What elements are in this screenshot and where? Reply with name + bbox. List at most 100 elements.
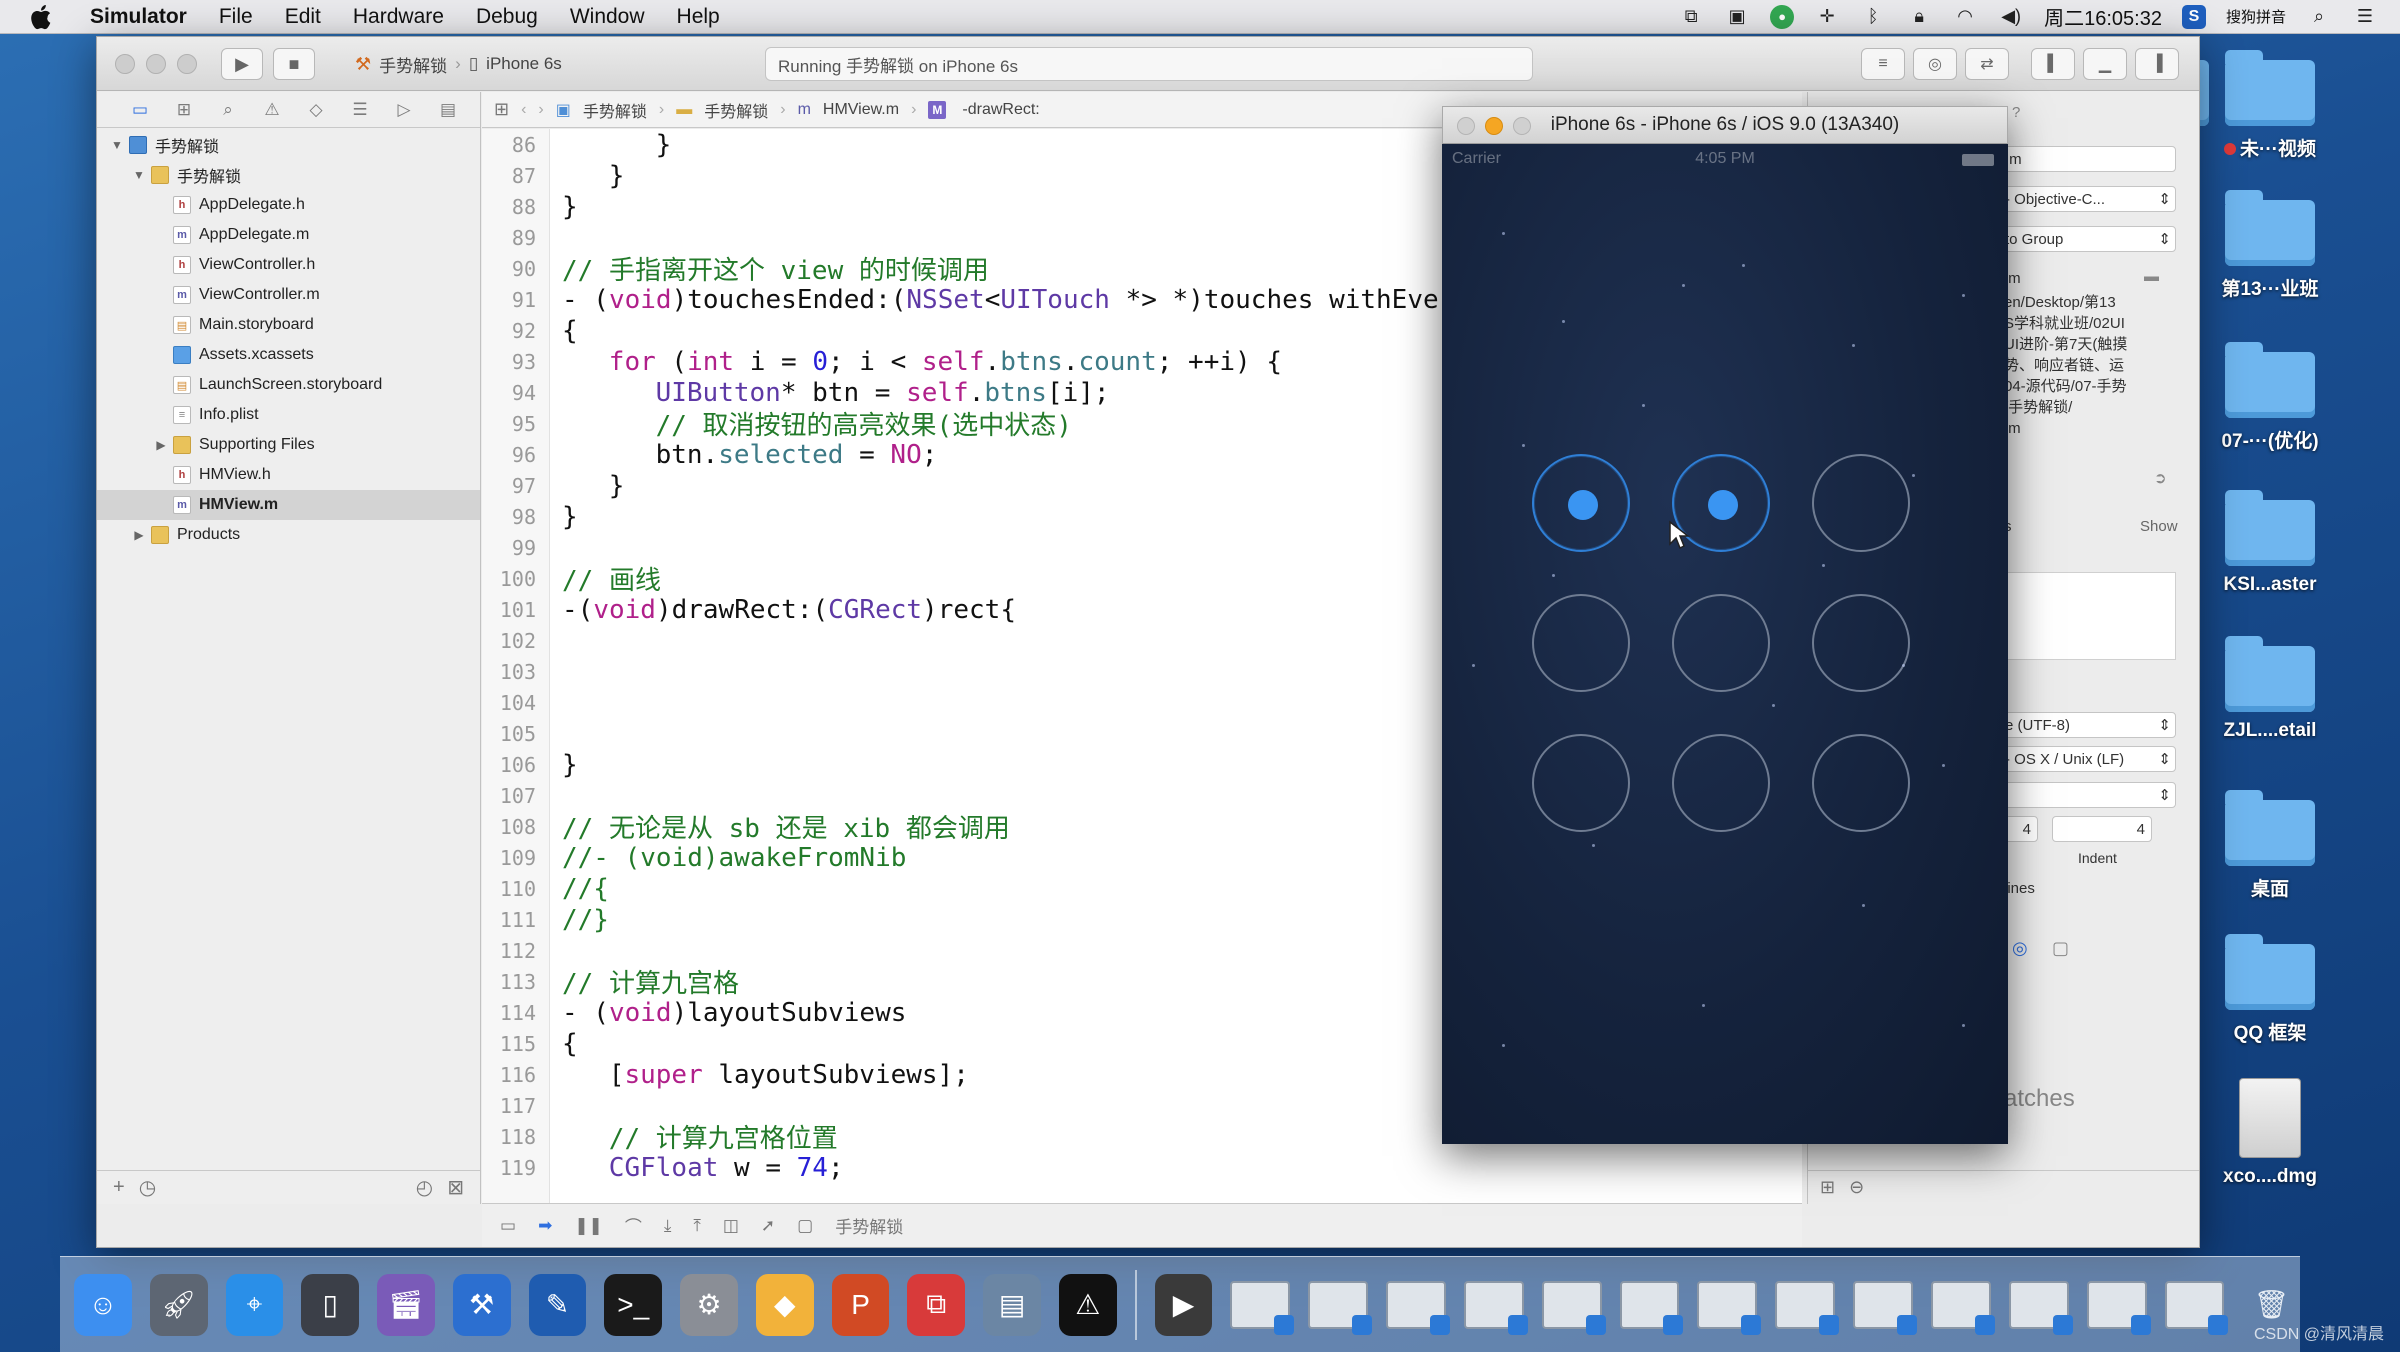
breadcrumb-file[interactable]: HMView.m: [823, 101, 899, 119]
sketch-icon[interactable]: ◆: [755, 1273, 814, 1336]
code-line[interactable]: 102: [482, 625, 562, 656]
step-in-icon[interactable]: ⤓: [664, 1216, 672, 1236]
file-tree-row[interactable]: h HMView.h: [97, 460, 480, 490]
toggle-utilities-icon[interactable]: ▐: [2135, 48, 2179, 80]
code-line[interactable]: 105: [482, 718, 562, 749]
menu-hardware[interactable]: Hardware: [337, 5, 460, 29]
mouse-icon[interactable]: ▯: [301, 1273, 360, 1336]
code-line[interactable]: 113 // 计算九宫格: [482, 966, 739, 999]
sim-zoom-button[interactable]: [1513, 117, 1531, 135]
standard-editor-icon[interactable]: ≡: [1861, 48, 1905, 80]
code-line[interactable]: 98}: [482, 501, 578, 532]
recent-files-icon[interactable]: ◷: [139, 1175, 156, 1200]
wifi-icon[interactable]: ◠: [1952, 6, 1978, 28]
assistant-editor-icon[interactable]: ◎: [1913, 48, 1957, 80]
file-tree-row[interactable]: ▶ Supporting Files: [97, 430, 480, 460]
gesture-lock-button[interactable]: [1672, 734, 1770, 832]
volume-icon[interactable]: ◀): [1998, 6, 2024, 28]
desktop-item[interactable]: 桌面: [2205, 790, 2335, 901]
sogou-icon[interactable]: S: [2181, 4, 2206, 29]
hide-debug-area-icon[interactable]: ▭: [500, 1216, 516, 1236]
symbol-navigator-icon[interactable]: ⊞: [171, 100, 197, 120]
file-tree-row[interactable]: m ViewController.m: [97, 280, 480, 310]
pause-icon[interactable]: ❚❚: [574, 1216, 603, 1236]
minimized-window[interactable]: [1853, 1280, 1917, 1335]
code-line[interactable]: 109 //- (void)awakeFromNib: [482, 842, 907, 873]
desktop-item[interactable]: KSI...aster: [2205, 490, 2335, 596]
photo-booth-icon[interactable]: 🎬︎: [377, 1273, 435, 1336]
minimized-window[interactable]: [1775, 1280, 1839, 1335]
minimized-window[interactable]: [2164, 1280, 2229, 1335]
minimized-window[interactable]: [1697, 1280, 1762, 1335]
quick-help-tab-icon[interactable]: ?: [2012, 102, 2020, 123]
version-editor-icon[interactable]: ⇄: [1965, 48, 2009, 80]
breadcrumb-group[interactable]: 手势解锁: [704, 98, 768, 122]
menubar-clock[interactable]: 周二16:05:32: [2044, 2, 2162, 31]
menu-window[interactable]: Window: [554, 5, 661, 29]
back-arrow-icon[interactable]: ‹: [521, 101, 526, 119]
folder-icon[interactable]: ▭: [127, 100, 153, 120]
video-record-icon[interactable]: ▣: [1724, 6, 1750, 28]
zoom-window-button[interactable]: [177, 54, 197, 74]
code-line[interactable]: 99: [482, 532, 562, 563]
disclosure-open-icon[interactable]: ▼: [109, 138, 125, 152]
scheme-selector[interactable]: ⚒ 手势解锁 › ▯ iPhone 6s: [355, 49, 562, 79]
file-tree-row[interactable]: ▶ Products: [97, 520, 480, 550]
code-line[interactable]: 115 {: [482, 1028, 578, 1059]
choose-folder-icon[interactable]: ▬: [2144, 266, 2159, 287]
minimize-window-button[interactable]: [146, 54, 166, 74]
minimized-window[interactable]: [1541, 1280, 1606, 1335]
breakpoint-icon[interactable]: ▷: [391, 100, 417, 120]
text-encoding-select[interactable]: e (UTF-8) ⇕: [1998, 712, 2176, 738]
preview-icon[interactable]: ▤: [983, 1273, 1041, 1336]
code-line[interactable]: 100 // 画线: [482, 563, 661, 596]
minimized-window[interactable]: [2008, 1280, 2073, 1335]
debug-target-label[interactable]: 手势解锁: [835, 1213, 903, 1238]
step-over-icon[interactable]: ⌒: [625, 1213, 642, 1238]
library-code-icon[interactable]: ◎: [2012, 938, 2028, 959]
powerpoint-icon[interactable]: P: [831, 1273, 890, 1336]
code-line[interactable]: 104: [482, 687, 562, 718]
code-line[interactable]: 94 UIButton* btn = self.btns[i];: [482, 377, 1110, 408]
terminal-icon[interactable]: >_: [604, 1273, 663, 1336]
instruments-icon[interactable]: ✎: [528, 1273, 587, 1336]
code-line[interactable]: 116 [super layoutSubviews];: [482, 1059, 969, 1090]
code-line[interactable]: 110 //{: [482, 873, 609, 904]
file-tree-row[interactable]: ▼ 手势解锁: [97, 130, 480, 160]
view-hierarchy-icon[interactable]: ◫: [723, 1216, 739, 1236]
related-items-icon[interactable]: ⊞: [494, 99, 509, 120]
indent-using-select[interactable]: ⇕: [1998, 782, 2176, 808]
disclosure-closed-icon[interactable]: ▶: [131, 528, 147, 542]
reveal-arrow-icon[interactable]: ➲: [2154, 468, 2167, 489]
sim-minimize-button[interactable]: [1485, 117, 1503, 135]
clock-filter-icon[interactable]: ◴: [416, 1175, 433, 1200]
input-method-label[interactable]: 搜狗拼音: [2226, 6, 2286, 27]
code-line[interactable]: 91 - (void)touchesEnded:(NSSet<UITouch *>…: [482, 284, 1439, 315]
grid-view-icon[interactable]: ⊞: [1820, 1177, 1835, 1198]
gesture-lock-button[interactable]: [1532, 594, 1630, 692]
file-tree-row[interactable]: m HMView.m: [97, 490, 480, 520]
code-line[interactable]: 87}: [482, 160, 625, 191]
desktop-item[interactable]: 第13···业班: [2205, 190, 2335, 301]
code-line[interactable]: 111 //}: [482, 904, 609, 935]
code-line[interactable]: 117: [482, 1090, 562, 1121]
notification-center-icon[interactable]: ☰: [2352, 6, 2378, 28]
disclosure-closed-icon[interactable]: ▶: [153, 438, 169, 452]
disclosure-open-icon[interactable]: ▼: [131, 168, 147, 182]
desktop-item[interactable]: 未···视频: [2205, 50, 2335, 161]
add-file-icon[interactable]: +: [113, 1176, 125, 1199]
gesture-lock-button[interactable]: [1812, 734, 1910, 832]
file-type-select[interactable]: - Objective-C... ⇕: [1998, 186, 2176, 212]
filter-icon[interactable]: ⊖: [1849, 1177, 1864, 1198]
desktop-item[interactable]: 07-···(优化): [2205, 342, 2335, 453]
location-select[interactable]: to Group ⇕: [1998, 226, 2176, 252]
toggle-navigator-icon[interactable]: ▌: [2031, 48, 2075, 80]
file-tree-row[interactable]: ≡ Info.plist: [97, 400, 480, 430]
lock-icon[interactable]: 🔒︎: [1906, 6, 1932, 28]
code-line[interactable]: 119 CGFloat w = 74;: [482, 1152, 844, 1183]
breakpoints-toggle-icon[interactable]: ➡: [538, 1216, 552, 1236]
forward-arrow-icon[interactable]: ›: [538, 101, 543, 119]
minimized-window[interactable]: [2086, 1280, 2151, 1335]
code-line[interactable]: 107: [482, 780, 562, 811]
code-line[interactable]: 92 {: [482, 315, 578, 346]
